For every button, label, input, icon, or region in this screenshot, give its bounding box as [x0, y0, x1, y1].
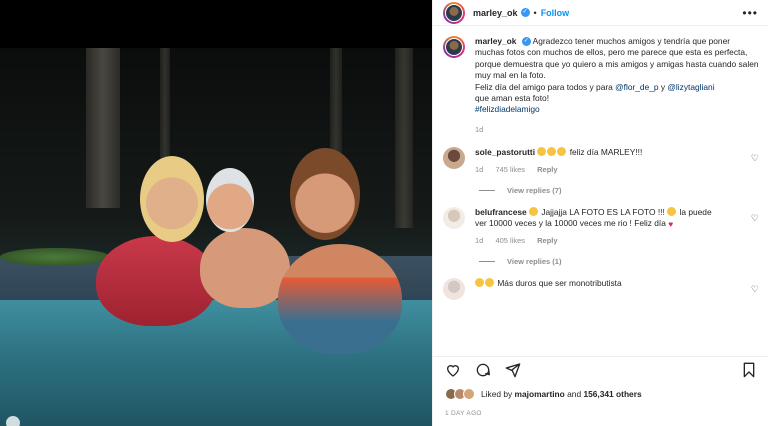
post-actions — [433, 356, 768, 382]
tree-trunk — [395, 48, 413, 228]
comment-icon[interactable] — [475, 362, 491, 378]
laughing-emoji-icon — [485, 278, 494, 288]
verified-icon: ✓ — [521, 37, 531, 47]
share-icon[interactable] — [505, 362, 521, 378]
laughing-emoji-icon — [529, 206, 538, 216]
separator-dot: • — [533, 7, 537, 18]
caption-text: marley_ok ✓ Agradezco tener muchos amigo… — [475, 36, 759, 135]
post-header: marley_ok ✓ • Follow ••• — [433, 0, 768, 26]
tree-trunk — [86, 48, 120, 208]
post-photo[interactable] — [0, 48, 432, 426]
person-center-body — [200, 228, 290, 308]
person-left-body — [96, 236, 216, 326]
person-center-head — [206, 168, 254, 232]
liked-by-user[interactable]: majomartino — [515, 389, 565, 399]
comment-body: Más duros que ser monotributista — [497, 278, 622, 289]
heart-icon[interactable] — [445, 362, 461, 378]
bookmark-icon[interactable] — [741, 362, 757, 378]
reply-button[interactable]: Reply — [537, 236, 557, 245]
comment-likes[interactable]: 405 likes — [495, 236, 525, 245]
comment-text: belufrancese Jajjajja LA FOTO ES LA FOTO… — [475, 206, 725, 231]
caption-body-2: Feliz día del amigo para todos y para — [475, 81, 616, 92]
liked-by: Liked by majomartino and 156,341 others — [445, 388, 642, 400]
caption: marley_ok ✓ Agradezco tener muchos amigo… — [443, 36, 759, 135]
comment-meta: 1d 745 likes Reply — [475, 165, 725, 174]
more-icon[interactable]: ••• — [742, 6, 758, 20]
plants — [0, 248, 110, 266]
caption-username[interactable]: marley_ok — [475, 36, 516, 46]
person-left-head — [140, 156, 204, 242]
avatar[interactable] — [443, 278, 465, 301]
comments-section[interactable]: marley_ok ✓ Agradezco tener muchos amigo… — [433, 26, 768, 348]
caption-body-3: que aman esta foto! — [475, 93, 550, 104]
liker-avatars[interactable] — [445, 388, 475, 400]
post-time[interactable]: 1 DAY AGO — [445, 410, 482, 417]
heart-emoji-icon: ♥ — [668, 219, 674, 230]
post-photo-pane — [0, 0, 432, 426]
heart-icon[interactable]: ♡ — [751, 284, 759, 295]
laughing-emoji-icon — [547, 147, 557, 157]
heart-icon[interactable]: ♡ — [751, 153, 759, 164]
laughing-emoji-icon — [557, 147, 567, 157]
comment-text: sole_pastorutti feliz día MARLEY!!! — [475, 147, 725, 158]
comment-username[interactable]: belufrancese — [475, 207, 527, 217]
caption-time: 1d — [475, 124, 484, 134]
tree-trunk — [160, 48, 170, 168]
heart-icon[interactable]: ♡ — [751, 213, 759, 224]
avatar[interactable] — [443, 206, 465, 229]
person-right-body — [278, 244, 402, 354]
carousel-indicator — [6, 416, 20, 426]
reply-button[interactable]: Reply — [537, 165, 557, 174]
comment-body: Jajjajja LA FOTO ES LA FOTO !!! — [541, 206, 668, 217]
post-side-panel: marley_ok ✓ • Follow ••• marley_ok ✓ Agr… — [432, 0, 768, 426]
avatar[interactable] — [443, 1, 465, 24]
view-replies-button[interactable]: View replies (1) — [479, 257, 759, 266]
mention-link[interactable]: @lizytagliani — [667, 82, 714, 92]
avatar[interactable] — [443, 147, 465, 170]
hashtag-link[interactable]: #felizdiadelamigo — [475, 104, 540, 114]
laughing-emoji-icon — [537, 147, 547, 157]
laughing-emoji-icon — [667, 206, 677, 216]
view-replies-button[interactable]: View replies (7) — [479, 186, 759, 195]
likes-count[interactable]: 156,341 others — [583, 389, 641, 399]
avatar[interactable] — [443, 36, 465, 58]
comment-meta: 1d 405 likes Reply — [475, 236, 725, 245]
comment: sole_pastorutti feliz día MARLEY!!! 1d 7… — [443, 147, 759, 174]
comment-likes[interactable]: 745 likes — [495, 165, 525, 174]
laughing-emoji-icon — [475, 278, 484, 288]
verified-icon: ✓ — [520, 8, 530, 17]
follow-button[interactable]: Follow — [541, 8, 570, 18]
caption-body: Agradezco tener muchos amigos y tendría … — [475, 36, 759, 81]
comment: Más duros que ser monotributista ♡ — [443, 278, 759, 301]
liked-by-suffix: and — [567, 389, 582, 399]
comment-body: feliz día MARLEY!!! — [569, 147, 643, 158]
person-right-head — [290, 148, 360, 240]
post-username[interactable]: marley_ok — [473, 8, 518, 18]
mention-link[interactable]: @flor_de_p — [615, 82, 658, 92]
comment-text: Más duros que ser monotributista — [475, 278, 725, 289]
comment-time: 1d — [475, 164, 484, 174]
comment-username[interactable]: sole_pastorutti — [475, 147, 535, 157]
liked-by-prefix: Liked by — [481, 389, 513, 399]
comment-time: 1d — [475, 236, 484, 246]
comment: belufrancese Jajjajja LA FOTO ES LA FOTO… — [443, 206, 759, 245]
